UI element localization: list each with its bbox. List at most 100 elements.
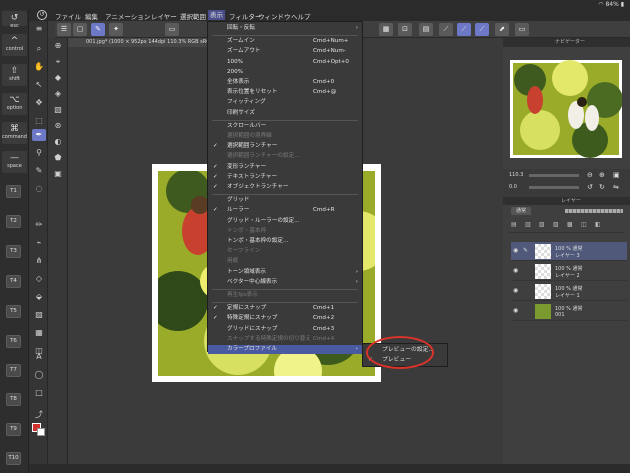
view-menu-item[interactable]: 印刷サイズ — [208, 109, 362, 118]
snap-ruler-icon[interactable]: ⊡ — [398, 23, 412, 36]
rotate-left-icon[interactable]: ↺ — [587, 183, 593, 191]
option-key[interactable]: ⌥ option — [2, 93, 27, 115]
angle-value[interactable]: 0.0 — [509, 184, 517, 190]
sub-tool-icon-9[interactable]: ▣ — [51, 168, 65, 180]
control-key[interactable]: ^ control — [2, 34, 27, 56]
sub-tool-icon-2[interactable]: ⌖ — [51, 56, 65, 68]
eraser-icon[interactable]: ◇ — [32, 273, 46, 285]
view-menu-item[interactable]: ✓ 選択範囲ランチャー — [208, 142, 362, 151]
ruler-icon[interactable]: ⟋ — [439, 23, 453, 36]
flip-icon[interactable]: ⇋ — [613, 183, 619, 191]
view-menu-item[interactable]: グリッド・ルーラーの設定... — [208, 217, 362, 226]
layer-row-1[interactable]: ◉ 100 % 通常 レイヤー 1 — [511, 282, 627, 301]
layer-mask-icon[interactable]: ▧ — [539, 221, 545, 228]
zoom-icon[interactable]: ⌕ — [32, 43, 46, 55]
view-menu-item[interactable]: 全体表示 Cmd+0 — [208, 78, 362, 87]
view-menu-item[interactable]: グリッドにスナップ Cmd+3 — [208, 325, 362, 334]
esc-key[interactable]: ↺ esc — [2, 11, 27, 29]
rotate-right-icon[interactable]: ↻ — [599, 183, 605, 191]
balloon-icon[interactable]: ◯ — [32, 369, 46, 381]
menu-window[interactable]: ウィンドウ — [258, 11, 291, 21]
t3-key[interactable]: T3 — [6, 245, 21, 258]
view-menu-item[interactable]: ✓ 変形ランチャー — [208, 163, 362, 172]
view-menu-item[interactable]: トンボ・基本枠の設定... — [208, 237, 362, 246]
layer-visibility-eye-icon[interactable]: ◉ — [513, 267, 518, 274]
operation-icon[interactable]: ↖ — [32, 79, 46, 91]
view-menu-item[interactable]: ✓ テキストランチャー — [208, 173, 362, 182]
sub-color-swatch[interactable] — [37, 428, 45, 436]
t6-key[interactable]: T6 — [6, 335, 21, 348]
space-key[interactable]: — space — [2, 151, 27, 173]
navigator-thumbnail[interactable] — [510, 60, 622, 158]
view-menu-item[interactable]: 200% — [208, 68, 362, 77]
zoom-slider[interactable] — [529, 174, 579, 177]
view-menu-item[interactable]: ✓ オブジェクトランチャー — [208, 183, 362, 192]
t4-key[interactable]: T4 — [6, 275, 21, 288]
sub-tool-icon-6[interactable]: ⊛ — [51, 120, 65, 132]
text-icon[interactable]: A — [32, 351, 46, 363]
fill-icon[interactable]: ⬙ — [32, 291, 46, 303]
canvas-tab[interactable]: 001.jpg* (1000 × 952px 144dpi 110.3% RGB… — [68, 38, 218, 47]
view-menu-item[interactable]: ✓ 特殊定規にスナップ Cmd+2 — [208, 314, 362, 323]
layer-lock-icon[interactable]: ▥ — [525, 221, 531, 228]
blend-mode-select[interactable]: 通常 — [511, 207, 531, 215]
layer-ref-icon[interactable]: ▩ — [567, 221, 573, 228]
special-ruler-snap-icon[interactable]: ⟋ — [457, 23, 471, 36]
edit-ruler-icon[interactable]: ⬈ — [495, 23, 509, 36]
layer-row-2[interactable]: ◉ 100 % 通常 レイヤー 2 — [511, 262, 627, 281]
snap-toggle-icon[interactable]: ⟋ — [475, 23, 489, 36]
rotate-slider[interactable] — [529, 186, 579, 189]
layer-row-3[interactable]: ◉ ✎ 100 % 通常 レイヤー 3 — [511, 242, 627, 261]
zoom-value[interactable]: 110.3 — [509, 172, 523, 178]
layer-clip-icon[interactable]: ▨ — [553, 221, 559, 228]
t10-key[interactable]: T10 — [6, 452, 21, 465]
menu-view[interactable]: 表示 — [208, 10, 225, 20]
sub-tool-icon-8[interactable]: ⬟ — [51, 152, 65, 164]
sub-tool-icon-4[interactable]: ◈ — [51, 88, 65, 100]
view-menu-item[interactable]: ズームアウト Cmd+Num- — [208, 47, 362, 56]
brush-icon[interactable]: ✎ — [32, 165, 46, 177]
menu-animation[interactable]: アニメーション — [105, 11, 150, 21]
view-menu-item[interactable]: グリッド — [208, 196, 362, 205]
gradient-icon[interactable]: ▦ — [32, 327, 46, 339]
lasso-icon[interactable]: ◌ — [32, 183, 46, 195]
hand-icon[interactable]: ✋ — [32, 61, 46, 73]
view-menu-item[interactable]: 表示位置をリセット Cmd+@ — [208, 88, 362, 97]
view-menu-item[interactable]: ✓ 定規にスナップ Cmd+1 — [208, 304, 362, 313]
layer-visibility-eye-icon[interactable]: ◉ — [513, 287, 518, 294]
sub-tool-icon-3[interactable]: ◆ — [51, 72, 65, 84]
menu-edit[interactable]: 編集 — [85, 11, 98, 21]
view-menu-item[interactable]: 回転・反転 › — [208, 24, 362, 33]
folder-icon[interactable]: ▭ — [165, 23, 179, 36]
hamburger-icon[interactable]: ≡ — [32, 23, 46, 35]
menu-layer[interactable]: レイヤー — [151, 11, 177, 21]
command-key[interactable]: ⌘ command — [2, 122, 27, 144]
sub-tool-icon-7[interactable]: ◐ — [51, 136, 65, 148]
t8-key[interactable]: T8 — [6, 393, 21, 406]
view-menu-item[interactable]: カラープロファイル › — [208, 345, 362, 354]
t7-key[interactable]: T7 — [6, 364, 21, 377]
view-menu-item[interactable]: トーン領域表示 › — [208, 268, 362, 277]
view-menu-item[interactable]: 100% Cmd+Opt+0 — [208, 58, 362, 67]
correct-line-icon[interactable]: ⤴ — [32, 409, 46, 421]
zoom-in-icon[interactable]: ⊕ — [599, 171, 605, 179]
snap-icon[interactable]: ▦ — [379, 23, 393, 36]
eyedropper-icon[interactable]: ⚲ — [32, 147, 46, 159]
marker-icon[interactable]: ⌁ — [32, 237, 46, 249]
grid-icon[interactable]: ▤ — [419, 23, 433, 36]
layer-visibility-eye-icon[interactable]: ◉ — [513, 247, 518, 254]
view-menu-item[interactable]: ✓ ルーラー Cmd+R — [208, 206, 362, 215]
layer-draft-icon[interactable]: ◫ — [581, 221, 587, 228]
menu-help[interactable]: ヘルプ — [291, 11, 311, 21]
layer-visibility-eye-icon[interactable]: ◉ — [513, 307, 518, 314]
sub-tool-icon-5[interactable]: ▧ — [51, 104, 65, 116]
tool-button-icon[interactable]: ✦ — [109, 23, 123, 36]
layer-new-icon[interactable]: ▤ — [511, 221, 517, 228]
zoom-out-icon[interactable]: ⊖ — [587, 171, 593, 179]
menu-filter[interactable]: フィルター — [229, 11, 261, 21]
t5-key[interactable]: T5 — [6, 305, 21, 318]
hamburger-menu-icon[interactable]: ☰ — [57, 23, 71, 36]
selection-icon[interactable]: ⬚ — [32, 115, 46, 127]
layer-row-001[interactable]: ◉ 100 % 通常 001 — [511, 302, 627, 321]
fit-icon[interactable]: ▣ — [613, 171, 620, 179]
